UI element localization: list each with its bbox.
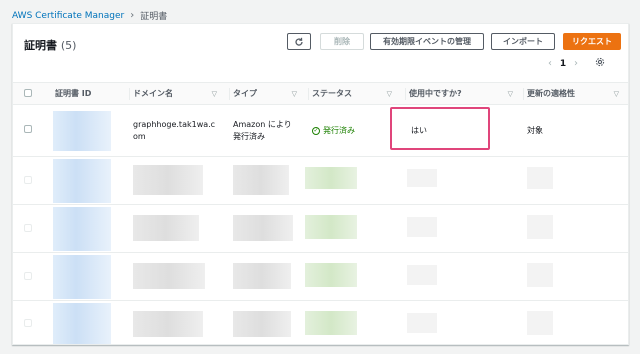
redacted-certificate-id	[53, 303, 111, 344]
highlight-annotation	[390, 107, 490, 150]
select-all-checkbox[interactable]	[24, 89, 32, 97]
redacted-renewal	[527, 263, 553, 287]
redacted-status	[305, 215, 357, 239]
table-header: 証明書 ID ドメイン名 ▽ タイプ ▽ ステータス ▽ 使用中ですか? ▽ 更…	[13, 82, 628, 105]
renewal-eligibility-cell: 対象	[527, 126, 543, 135]
chevron-right-icon[interactable]: ›	[569, 58, 583, 69]
status-badge: ✓ 発行済み	[312, 125, 355, 137]
row-checkbox[interactable]	[24, 224, 32, 232]
redacted-certificate-id	[53, 159, 111, 203]
certificate-id-link[interactable]	[53, 111, 111, 151]
table-row[interactable]	[13, 301, 628, 344]
row-checkbox[interactable]	[24, 125, 32, 133]
status-text: 発行済み	[323, 126, 355, 135]
column-header-in-use[interactable]: 使用中ですか? ▽	[405, 83, 521, 104]
column-header-status[interactable]: ステータス ▽	[308, 83, 400, 104]
import-button[interactable]: インポート	[491, 33, 555, 50]
redacted-certificate-id	[53, 207, 111, 251]
redacted-domain	[133, 165, 203, 195]
refresh-button[interactable]	[287, 33, 311, 50]
redacted-type	[233, 311, 291, 337]
sort-caret-icon: ▽	[211, 89, 217, 98]
domain-name-line: graphhoge.tak1wa.c	[133, 120, 216, 129]
column-label: タイプ	[233, 89, 257, 98]
column-header-certificate-id[interactable]: 証明書 ID	[55, 83, 125, 104]
column-label: 証明書 ID	[55, 89, 92, 98]
type-cell: Amazon により 発行済み	[233, 119, 309, 143]
redacted-in-use	[407, 217, 437, 237]
column-header-type[interactable]: タイプ ▽	[229, 83, 305, 104]
chevron-right-icon: ›	[130, 10, 135, 21]
type-line: 発行済み	[233, 132, 265, 141]
chevron-left-icon[interactable]: ‹	[543, 58, 557, 69]
redacted-type	[233, 165, 289, 195]
table-row[interactable]	[13, 157, 628, 205]
type-line: Amazon により	[233, 120, 292, 129]
delete-button[interactable]: 削除	[320, 33, 364, 50]
check-circle-icon: ✓	[312, 127, 320, 135]
certificate-count: (5)	[60, 39, 77, 52]
redacted-renewal	[527, 167, 553, 189]
redacted-certificate-id	[53, 255, 111, 299]
redacted-domain	[133, 263, 205, 289]
page-number[interactable]: 1	[557, 59, 569, 69]
column-label: 使用中ですか?	[409, 89, 462, 98]
certificates-panel: 証明書 (5) 削除 有効期限イベントの管理 インポート リクエスト ‹ 1 ›…	[12, 23, 629, 345]
redacted-status	[305, 263, 357, 287]
redacted-type	[233, 215, 293, 241]
column-label: ステータス	[312, 89, 352, 98]
redacted-in-use	[407, 265, 437, 285]
column-label: ドメイン名	[133, 89, 173, 98]
page-title: 証明書 (5)	[24, 37, 76, 53]
breadcrumb: AWS Certificate Manager › 証明書	[12, 9, 167, 22]
redacted-in-use	[407, 313, 437, 333]
pagination: ‹ 1 ›	[543, 57, 605, 70]
redacted-status	[305, 167, 357, 189]
sort-caret-icon: ▽	[291, 89, 297, 98]
page-title-text: 証明書	[24, 39, 57, 52]
domain-name-cell: graphhoge.tak1wa.c om	[133, 119, 231, 143]
table-row[interactable]	[13, 253, 628, 301]
table-row[interactable]	[13, 205, 628, 253]
row-checkbox[interactable]	[24, 176, 32, 184]
row-checkbox[interactable]	[24, 319, 32, 327]
column-header-renewal-eligibility[interactable]: 更新の適格性 ▽	[523, 83, 627, 104]
refresh-icon	[294, 37, 304, 47]
table-row[interactable]: graphhoge.tak1wa.c om Amazon により 発行済み ✓ …	[13, 105, 628, 157]
column-label: 更新の適格性	[527, 89, 575, 98]
sort-caret-icon: ▽	[613, 89, 619, 98]
redacted-status	[305, 311, 357, 335]
redacted-type	[233, 263, 291, 289]
request-button[interactable]: リクエスト	[563, 33, 621, 50]
manage-expiry-events-button[interactable]: 有効期限イベントの管理	[370, 33, 484, 50]
domain-name-line: om	[133, 132, 146, 141]
redacted-domain	[133, 215, 199, 241]
sort-caret-icon: ▽	[386, 89, 392, 98]
sort-caret-icon: ▽	[507, 89, 513, 98]
breadcrumb-service-link[interactable]: AWS Certificate Manager	[12, 11, 124, 21]
redacted-renewal	[527, 311, 553, 335]
redacted-in-use	[407, 169, 437, 187]
redacted-renewal	[527, 215, 553, 239]
row-checkbox[interactable]	[24, 272, 32, 280]
settings-gear-icon[interactable]	[595, 57, 605, 70]
column-header-domain[interactable]: ドメイン名 ▽	[129, 83, 225, 104]
breadcrumb-current: 証明書	[140, 12, 168, 22]
redacted-domain	[133, 311, 203, 337]
